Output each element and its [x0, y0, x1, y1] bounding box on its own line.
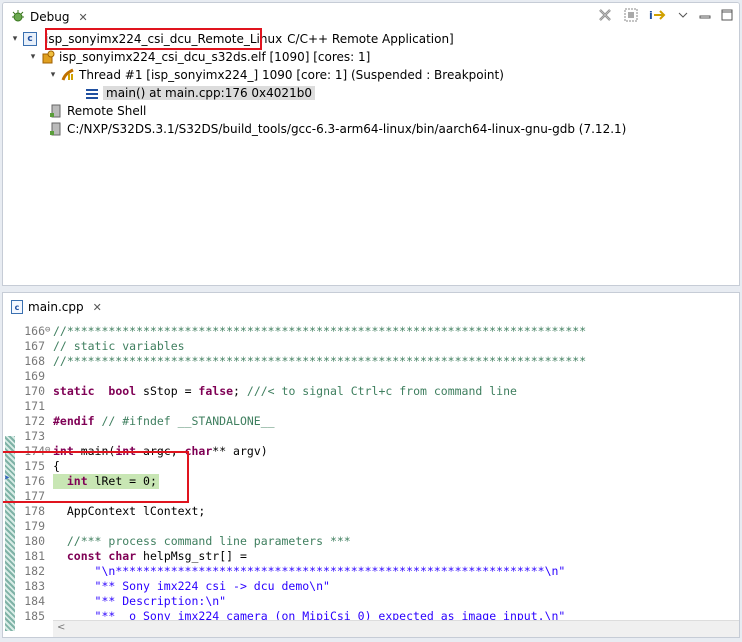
stack-frame-icon	[85, 86, 99, 100]
code-line: // static variables	[53, 339, 185, 354]
step-filters-icon[interactable]	[623, 7, 639, 26]
line-number: 180	[24, 534, 45, 548]
debug-toolbar: i	[597, 7, 733, 26]
tree-item-thread[interactable]: ▾ Thread #1 [isp_sonyimx224_] 1090 [core…	[47, 66, 504, 84]
code-line: "** Description:\n"	[53, 594, 227, 609]
code-token: bool	[108, 384, 137, 398]
line-number: 168	[24, 354, 45, 368]
code-token: false	[198, 384, 234, 398]
svg-text:i: i	[649, 9, 653, 22]
tree-item-stack-frame[interactable]: main() at main.cpp:176 0x4021b0	[83, 84, 315, 102]
code-line: AppContext lContext;	[53, 504, 205, 519]
code-line: //*** process command line parameters **…	[53, 534, 351, 549]
thread-suspended-icon	[61, 68, 75, 82]
expand-twisty-icon[interactable]: ▾	[9, 34, 21, 44]
code-token: AppContext lContext;	[53, 504, 206, 518]
tree-item-gdb[interactable]: C:/NXP/S32DS.3.1/S32DS/build_tools/gcc-6…	[47, 120, 626, 138]
expand-twisty-icon[interactable]: ▾	[47, 70, 59, 80]
code-token: static	[53, 384, 95, 398]
tree-item-remote-shell[interactable]: Remote Shell	[47, 102, 146, 120]
debug-view: Debug ✕ i ▾ c isp_sonyimx224_csi_dcu_Rem…	[2, 2, 740, 286]
line-number: 171	[24, 399, 45, 413]
launch-type: C/C++ Remote Application]	[287, 32, 454, 46]
line-number: 166	[24, 324, 45, 338]
remove-all-terminated-icon[interactable]	[597, 7, 613, 26]
code-token: ///< to signal Ctrl+c from command line	[246, 384, 517, 398]
tree-item-process[interactable]: ▾ isp_sonyimx224_csi_dcu_s32ds.elf [1090…	[27, 48, 371, 66]
code-token: ** argv)	[212, 444, 268, 458]
code-line: //**************************************…	[53, 324, 586, 339]
editor-tab-label: main.cpp	[28, 300, 84, 314]
terminal-icon	[49, 122, 63, 136]
code-token: //**************************************…	[53, 354, 587, 368]
highlight-box	[45, 28, 262, 50]
code-token: //**************************************…	[53, 324, 587, 338]
code-token: const	[66, 549, 102, 563]
code-token: #endif	[53, 414, 95, 428]
line-number: 183	[24, 579, 45, 593]
stack-frame-label: main() at main.cpp:176 0x4021b0	[103, 86, 315, 100]
line-number: 184	[24, 594, 45, 608]
editor-tab-main-cpp[interactable]: c main.cpp ✕	[5, 296, 108, 318]
process-label: isp_sonyimx224_csi_dcu_s32ds.elf [1090] …	[59, 50, 371, 64]
line-number: 179	[24, 519, 45, 533]
c-source-file-icon: c	[11, 300, 23, 314]
view-menu-icon[interactable]	[677, 9, 689, 24]
line-number: 178	[24, 504, 45, 518]
remote-shell-label: Remote Shell	[67, 104, 147, 118]
thread-label: Thread #1 [isp_sonyimx224_] 1090 [core: …	[79, 68, 504, 82]
terminal-icon	[49, 104, 63, 118]
code-line: const char helpMsg_str[] =	[53, 549, 247, 564]
debug-tab-bar: Debug ✕ i	[3, 3, 739, 29]
bug-icon	[11, 9, 25, 26]
editor-tab-bar: c main.cpp ✕	[3, 293, 739, 319]
code-line: //**************************************…	[53, 354, 586, 369]
code-token: // #ifndef __STANDALONE__	[101, 414, 275, 428]
fold-toggle-icon[interactable]: ⊖	[45, 325, 50, 335]
debug-tab-label: Debug	[30, 10, 70, 24]
close-icon[interactable]: ✕	[93, 301, 102, 314]
line-number: 167	[24, 339, 45, 353]
editor-view: c main.cpp ✕ ➤ 166 ⊖//*******************…	[2, 292, 740, 638]
highlight-box	[3, 451, 189, 503]
code-token: //*** process command line parameters **…	[66, 534, 351, 548]
line-number: 173	[24, 429, 45, 443]
code-line: static bool sStop = false; ///< to signa…	[53, 384, 517, 399]
code-token: ;	[233, 384, 247, 398]
code-token: sStop =	[136, 384, 199, 398]
code-token: // static variables	[53, 339, 185, 353]
line-number: 172	[24, 414, 45, 428]
maximize-icon[interactable]	[721, 9, 733, 24]
line-number: 169	[24, 369, 45, 383]
debug-tab[interactable]: Debug ✕	[5, 6, 94, 28]
code-line: "** Sony imx224 csi -> dcu demo\n"	[53, 579, 330, 594]
code-token: "** Description:\n"	[94, 594, 227, 608]
code-token: helpMsg_str[] =	[136, 549, 247, 563]
instruction-stepping-icon[interactable]: i	[649, 7, 667, 26]
code-token: "** Sony imx224 csi -> dcu demo\n"	[94, 579, 330, 593]
gdb-label: C:/NXP/S32DS.3.1/S32DS/build_tools/gcc-6…	[67, 122, 627, 136]
c-application-icon: c	[23, 32, 37, 46]
close-icon[interactable]: ✕	[78, 11, 87, 24]
code-line: #endif // #ifndef __STANDALONE__	[53, 414, 275, 429]
line-number: 185	[24, 609, 45, 623]
process-icon	[41, 50, 55, 64]
line-number: 181	[24, 549, 45, 563]
horizontal-scrollbar[interactable]: <	[53, 620, 739, 637]
expand-twisty-icon[interactable]: ▾	[27, 52, 39, 62]
minimize-icon[interactable]	[699, 9, 711, 24]
line-number: 182	[24, 564, 45, 578]
code-token: char	[108, 549, 137, 563]
line-number: 170	[24, 384, 45, 398]
scroll-left-icon[interactable]: <	[57, 622, 65, 633]
code-token: "\n*************************************…	[94, 564, 566, 578]
code-line: "\n*************************************…	[53, 564, 566, 579]
